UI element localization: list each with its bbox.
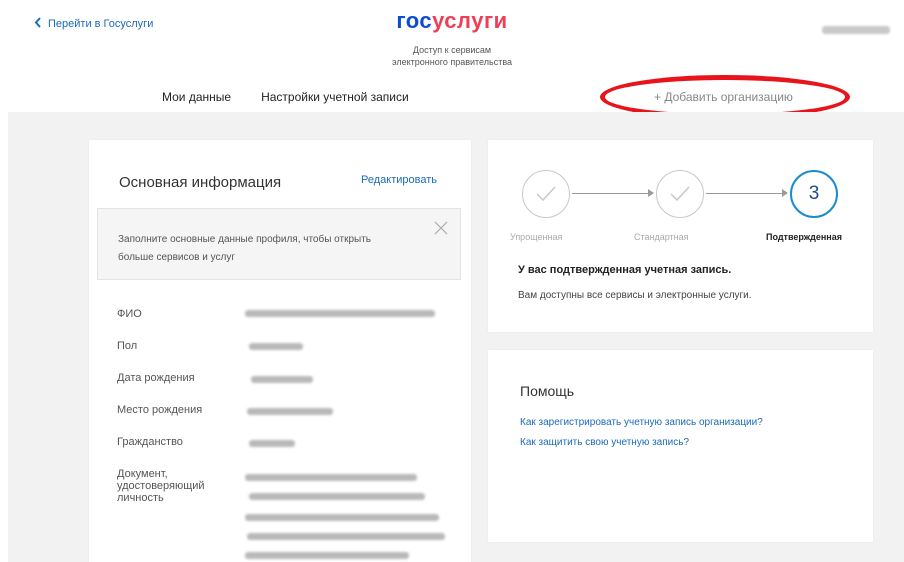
close-icon[interactable] — [434, 221, 448, 240]
document-line-3-redacted — [245, 514, 439, 521]
status-description: Вам доступны все сервисы и электронные у… — [518, 290, 752, 301]
status-title: У вас подтвержденная учетная запись. — [518, 264, 732, 276]
field-label-citizenship: Гражданство — [117, 436, 183, 448]
field-label-birthdate: Дата рождения — [117, 372, 195, 384]
account-status-card: 3 Упрощенная Стандартная Подтвержденная … — [488, 140, 873, 332]
notice-text: Заполните основные данные профиля, чтобы… — [118, 234, 372, 263]
profile-notice: Заполните основные данные профиля, чтобы… — [97, 208, 461, 280]
gosuslugi-logo[interactable]: госуслуги — [0, 8, 904, 34]
user-name-redacted[interactable] — [822, 26, 890, 34]
tab-my-data[interactable]: Мои данные — [162, 90, 232, 114]
main-info-card: Основная информация Редактировать Заполн… — [89, 140, 471, 562]
top-header: Перейти в Госуслуги госуслуги Доступ к с… — [0, 0, 904, 119]
field-value-birthdate-redacted — [251, 376, 313, 383]
field-value-gender-redacted — [249, 343, 303, 350]
document-line-4-redacted — [247, 533, 445, 540]
field-label-fio: ФИО — [117, 308, 142, 320]
help-title: Помощь — [520, 383, 575, 399]
help-card: Помощь Как зарегистрировать учетную запи… — [488, 350, 873, 542]
arrow-right-icon — [782, 189, 788, 197]
logo-subtitle-line2: электронного правительства — [391, 57, 513, 67]
account-tabs: Мои данные Настройки учетной записи — [162, 90, 409, 114]
edit-link[interactable]: Редактировать — [361, 174, 437, 186]
tab-account-settings[interactable]: Настройки учетной записи — [261, 90, 409, 114]
document-line-1-redacted — [245, 474, 417, 481]
field-value-birthplace-redacted — [247, 408, 333, 415]
step-connector-2 — [706, 193, 784, 194]
logo-subtitle-line1: Доступ к сервисам — [412, 45, 492, 55]
step-current-indicator: 3 — [790, 170, 838, 218]
field-value-citizenship-redacted — [249, 440, 295, 447]
document-line-5-redacted — [245, 552, 409, 559]
field-label-gender: Пол — [117, 340, 138, 352]
field-label-identity-document: Документ, удостоверяющий личность — [117, 468, 205, 504]
step-connector-1 — [572, 193, 650, 194]
step-label-standard: Стандартная — [634, 232, 689, 242]
step-label-confirmed: Подтвержденная — [766, 232, 842, 242]
field-label-birthplace: Место рождения — [117, 404, 203, 416]
help-link-register-organization[interactable]: Как зарегистрировать учетную запись орга… — [520, 417, 763, 428]
logo-part-uslugi: услуги — [432, 8, 508, 33]
main-info-title: Основная информация — [119, 174, 282, 191]
check-icon — [522, 170, 570, 218]
step-number: 3 — [808, 183, 820, 204]
check-icon — [656, 170, 704, 218]
help-link-protect-account[interactable]: Как защитить свою учетную запись? — [520, 437, 689, 448]
verification-steps: 3 — [518, 170, 848, 220]
logo-subtitle: Доступ к сервисам электронного правитель… — [0, 44, 904, 68]
add-organization-link[interactable]: + Добавить организацию — [654, 90, 793, 104]
step-label-simplified: Упрощенная — [510, 232, 563, 242]
logo-part-gos: гос — [396, 8, 433, 33]
arrow-right-icon — [648, 189, 654, 197]
document-line-2-redacted — [249, 493, 425, 500]
field-value-fio-redacted — [245, 310, 435, 317]
